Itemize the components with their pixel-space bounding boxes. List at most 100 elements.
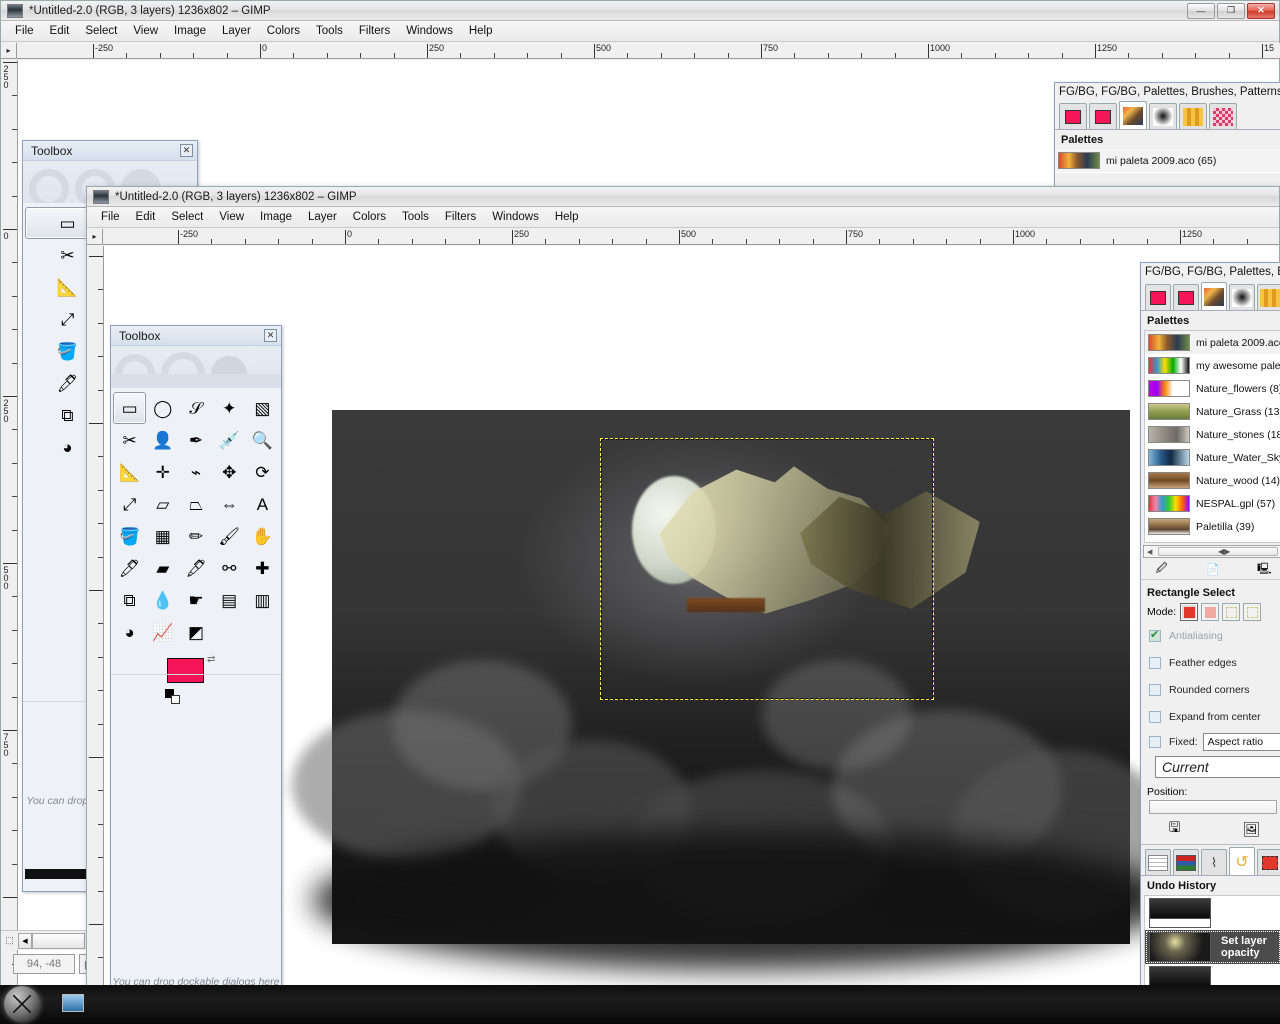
new-palette-icon[interactable]: 📄 (1205, 562, 1221, 577)
duplicate-palette-icon[interactable]: 🖳 (1256, 562, 1272, 577)
menu-file[interactable]: File (93, 209, 128, 225)
tab-fg-bg-2[interactable] (1089, 103, 1117, 129)
scroll-left-icon[interactable]: ◀ (1144, 548, 1152, 556)
tab-undo-history[interactable]: ↺ (1229, 847, 1255, 875)
gradient-tool[interactable]: ▦ (146, 520, 179, 552)
color-picker-tool[interactable]: 💉 (213, 424, 246, 456)
undo-history-item[interactable] (1145, 896, 1280, 930)
eraser-hand-tool[interactable]: ✋ (246, 520, 279, 552)
posterize-tool[interactable]: ◩ (179, 616, 212, 648)
expand-from-center-checkbox[interactable] (1149, 710, 1161, 723)
undo-history-list[interactable]: Set layer opacity (1144, 895, 1280, 990)
show-desktop-icon[interactable] (62, 994, 84, 1012)
menu-filters[interactable]: Filters (437, 209, 484, 225)
color-balance-tool[interactable]: ◕ (113, 616, 146, 648)
paintbrush-tool[interactable]: 🖌 (213, 520, 246, 552)
position-field[interactable] (1149, 800, 1277, 814)
fixed-option[interactable]: Fixed: Aspect ratio (1141, 730, 1280, 754)
minimize-button[interactable]: — (1187, 2, 1215, 19)
ellipse-select-tool[interactable]: ◯ (146, 392, 179, 424)
tab-palettes[interactable] (1201, 282, 1227, 310)
airbrush-tool[interactable]: 🖊 (113, 552, 146, 584)
menu-tools[interactable]: Tools (308, 23, 351, 39)
palette-list[interactable]: mi paleta 2009.aco (6 my awesome palette N… (1144, 330, 1280, 543)
close-button[interactable]: ✕ (1247, 2, 1275, 19)
shear-tool[interactable]: ▱ (146, 488, 179, 520)
rectangle-selection-marquee[interactable] (600, 438, 934, 700)
toolbox-dock-drop-area[interactable]: You can drop dockable dialogs here (111, 674, 281, 1004)
tab-brushes[interactable] (1149, 103, 1177, 129)
toolbox-titlebar[interactable]: Toolbox ✕ (111, 326, 281, 346)
tab-channels[interactable] (1173, 849, 1199, 875)
subtract-mode-button[interactable] (1222, 603, 1241, 621)
feather-edges-option[interactable]: Feather edges (1141, 649, 1280, 676)
outer-vertical-ruler[interactable]: 250 0 250 500 750 (1, 60, 18, 1023)
list-item[interactable]: NESPAL.gpl (57) (1145, 492, 1280, 515)
dodge-burn-tool[interactable]: ▤ (213, 584, 246, 616)
perspective-tool[interactable]: ⏢ (179, 488, 212, 520)
alignment-tool[interactable]: ⌁ (179, 456, 212, 488)
eraser-tool[interactable]: ▰ (146, 552, 179, 584)
expand-from-center-option[interactable]: Expand from center (1141, 703, 1280, 730)
inner-vertical-ruler[interactable] (87, 246, 104, 1023)
add-mode-button[interactable] (1201, 603, 1220, 621)
tab-fg-bg[interactable] (1059, 103, 1087, 129)
menu-edit[interactable]: Edit (128, 209, 164, 225)
smudge-tool[interactable]: ☛ (179, 584, 212, 616)
zoom-tool[interactable]: 🔍 (246, 424, 279, 456)
menu-filters[interactable]: Filters (351, 23, 398, 39)
list-item[interactable]: Nature_stones (18) (1145, 423, 1280, 446)
clone-tool[interactable]: ⚯ (213, 552, 246, 584)
restore-options-icon[interactable]: 🖼 (1243, 821, 1261, 837)
pencil-tool[interactable]: ✏ (179, 520, 212, 552)
tab-selection-editor[interactable] (1257, 849, 1280, 875)
menu-view[interactable]: View (211, 209, 252, 225)
maximize-button[interactable]: ❐ (1217, 2, 1245, 19)
bucket-fill-tool[interactable]: 🪣 (113, 520, 146, 552)
palette-list-hscrollbar[interactable]: ◀ ◀▶ (1143, 545, 1280, 558)
list-item[interactable]: Nature_Grass (13) (1145, 400, 1280, 423)
rounded-corners-option[interactable]: Rounded corners (1141, 676, 1280, 703)
menu-image[interactable]: Image (166, 23, 214, 39)
list-item[interactable]: Paletilla (39) (1145, 515, 1280, 538)
blur-sharpen-tool[interactable]: 💧 (146, 584, 179, 616)
quickmask-toggle[interactable]: ⬚ (1, 932, 18, 949)
save-options-icon[interactable]: 🖫 (1167, 819, 1183, 837)
undo-history-item[interactable]: Set layer opacity (1145, 930, 1280, 964)
flip-tool[interactable]: ⇔ (213, 488, 246, 520)
outer-horizontal-ruler[interactable]: -250 0 250 500 750 1000 1250 15 (17, 43, 1280, 59)
list-item[interactable]: mi paleta 2009.aco (65) (1055, 149, 1280, 172)
fuzzy-select-tool[interactable]: ✦ (213, 392, 246, 424)
tab-palettes[interactable] (1119, 101, 1147, 129)
outer-horizontal-scrollbar[interactable] (32, 932, 85, 949)
foreground-select-tool[interactable]: 👤 (146, 424, 179, 456)
aspect-ratio-input[interactable]: Current (1155, 756, 1280, 778)
tab-fg-bg-2[interactable] (1173, 284, 1199, 310)
tab-patterns[interactable] (1179, 103, 1207, 129)
list-item[interactable]: my awesome palette (1145, 354, 1280, 377)
inner-horizontal-ruler[interactable]: -250 0 250 500 750 1000 1250 (103, 229, 1279, 245)
rotate-tool[interactable]: ⟳ (246, 456, 279, 488)
menu-help[interactable]: Help (547, 209, 587, 225)
list-item[interactable]: Nature_Water_Sky (10 (1145, 446, 1280, 469)
levels-tool[interactable]: ▥ (246, 584, 279, 616)
scissors-select-tool[interactable]: ✂ (113, 424, 146, 456)
swap-colors-icon[interactable]: ⇄ (207, 654, 215, 665)
fixed-aspect-dropdown[interactable]: Aspect ratio (1202, 733, 1280, 751)
paths-tool[interactable]: ✒ (179, 424, 212, 456)
crop-tool[interactable]: ✥ (213, 456, 246, 488)
rect-select-tool[interactable]: ▭ (113, 392, 147, 424)
tab-layers[interactable] (1145, 849, 1171, 875)
tab-patterns[interactable] (1257, 284, 1280, 310)
tab-gradients[interactable] (1209, 103, 1237, 129)
toolbox-outer-close-icon[interactable]: ✕ (180, 144, 193, 157)
list-item[interactable]: Nature_flowers (8) (1145, 377, 1280, 400)
outer-ruler-origin[interactable]: ▸ (1, 43, 17, 59)
menu-layer[interactable]: Layer (300, 209, 345, 225)
menu-image[interactable]: Image (252, 209, 300, 225)
rounded-corners-checkbox[interactable] (1149, 683, 1161, 696)
feather-edges-checkbox[interactable] (1149, 656, 1161, 669)
edit-palette-icon[interactable]: 🖉 (1154, 562, 1170, 577)
heal-tool[interactable]: ✚ (246, 552, 279, 584)
menu-layer[interactable]: Layer (214, 23, 259, 39)
